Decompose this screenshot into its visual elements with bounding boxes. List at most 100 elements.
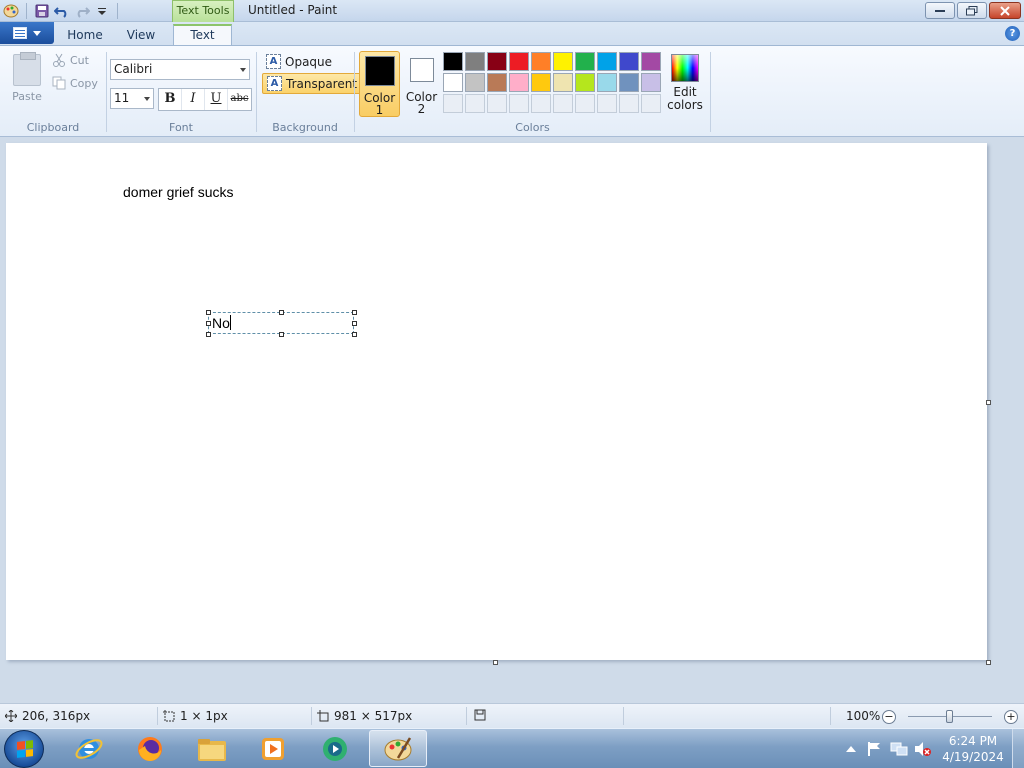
resize-handle[interactable]: [206, 310, 211, 315]
canvas-workspace[interactable]: domer grief sucks No: [0, 138, 1024, 702]
custom-color-slot[interactable]: [487, 94, 507, 113]
font-family-select[interactable]: Calibri: [110, 59, 250, 80]
cut-button[interactable]: Cut: [52, 53, 89, 67]
text-input-box[interactable]: No: [206, 310, 357, 337]
zoom-in-button[interactable]: +: [1004, 710, 1018, 724]
palette-swatch[interactable]: [597, 52, 617, 71]
custom-color-slot[interactable]: [619, 94, 639, 113]
tab-text[interactable]: Text: [173, 24, 232, 46]
system-clock[interactable]: 6:24 PM 4/19/2024: [940, 733, 1006, 765]
taskbar-file-explorer[interactable]: [183, 730, 241, 767]
palette-swatch[interactable]: [641, 52, 661, 71]
file-size: [474, 709, 486, 721]
taskbar-media-center[interactable]: [306, 730, 364, 767]
custom-color-slot[interactable]: [597, 94, 617, 113]
resize-handle[interactable]: [206, 321, 211, 326]
tab-home[interactable]: Home: [62, 26, 108, 46]
redo-icon[interactable]: [73, 2, 91, 20]
strikethrough-button[interactable]: abc: [228, 89, 251, 110]
custom-color-slot[interactable]: [465, 94, 485, 113]
opaque-label: Opaque: [285, 54, 333, 69]
volume-muted-icon[interactable]: [914, 729, 932, 768]
close-button[interactable]: [989, 2, 1021, 19]
custom-color-slot[interactable]: [575, 94, 595, 113]
network-icon[interactable]: [890, 729, 908, 768]
color2-number: 2: [417, 102, 426, 116]
paint-menu-button[interactable]: [0, 22, 54, 44]
copy-button[interactable]: Copy: [52, 76, 98, 90]
taskbar-firefox[interactable]: [121, 730, 179, 767]
undo-icon[interactable]: [53, 2, 71, 20]
resize-handle[interactable]: [352, 321, 357, 326]
paste-button[interactable]: Paste: [10, 52, 44, 103]
resize-handle[interactable]: [352, 310, 357, 315]
palette-swatch[interactable]: [443, 52, 463, 71]
minimize-button[interactable]: [925, 2, 955, 19]
chevron-down-icon: [144, 97, 150, 101]
opaque-button[interactable]: A Opaque: [262, 51, 336, 72]
action-center-icon[interactable]: [866, 729, 882, 768]
custom-color-slot[interactable]: [443, 94, 463, 113]
zoom-out-button[interactable]: −: [882, 710, 896, 724]
save-icon[interactable]: [33, 2, 51, 20]
palette-swatch[interactable]: [465, 52, 485, 71]
resize-handle[interactable]: [279, 332, 284, 337]
canvas-size-icon: [317, 710, 329, 722]
color1-button[interactable]: Color 1: [359, 51, 400, 117]
opaque-icon: A: [266, 54, 281, 69]
customize-qat-icon[interactable]: [93, 2, 111, 20]
canvas-resize-handle-right[interactable]: [986, 400, 991, 405]
font-size-value: 11: [114, 91, 130, 105]
custom-color-slot[interactable]: [531, 94, 551, 113]
canvas-resize-handle-corner[interactable]: [986, 660, 991, 665]
palette-swatch[interactable]: [641, 73, 661, 92]
italic-button[interactable]: I: [182, 89, 205, 110]
edit-colors-button[interactable]: Edit colors: [666, 54, 704, 112]
drawing-canvas[interactable]: domer grief sucks No: [6, 143, 987, 660]
color2-button[interactable]: Color 2: [401, 51, 442, 117]
transparent-button[interactable]: A Transparent: [262, 73, 363, 94]
status-separator: [311, 707, 312, 725]
palette-swatch[interactable]: [531, 73, 551, 92]
restore-button[interactable]: [957, 2, 987, 19]
paint-icon: [384, 736, 412, 760]
palette-swatch[interactable]: [553, 52, 573, 71]
taskbar-media-player[interactable]: [244, 730, 302, 767]
tab-view[interactable]: View: [118, 26, 164, 46]
menu-document-icon: [13, 27, 27, 39]
font-size-select[interactable]: 11: [110, 88, 154, 109]
show-desktop-button[interactable]: [1012, 729, 1024, 768]
paint-app-icon[interactable]: [2, 2, 20, 20]
palette-swatch[interactable]: [575, 52, 595, 71]
palette-swatch[interactable]: [465, 73, 485, 92]
show-hidden-icons[interactable]: [846, 729, 856, 768]
resize-handle[interactable]: [279, 310, 284, 315]
font-group-label: Font: [169, 121, 193, 134]
underline-button[interactable]: U: [205, 89, 228, 110]
palette-swatch[interactable]: [509, 52, 529, 71]
taskbar-paint[interactable]: [369, 730, 427, 767]
custom-color-slot[interactable]: [641, 94, 661, 113]
palette-swatch[interactable]: [597, 73, 617, 92]
resize-handle[interactable]: [352, 332, 357, 337]
palette-swatch[interactable]: [443, 73, 463, 92]
bold-button[interactable]: B: [159, 89, 182, 110]
custom-color-slot[interactable]: [553, 94, 573, 113]
zoom-slider-thumb[interactable]: [946, 710, 953, 723]
palette-swatch[interactable]: [553, 73, 573, 92]
palette-swatch[interactable]: [531, 52, 551, 71]
taskbar-internet-explorer[interactable]: [60, 730, 118, 767]
palette-swatch[interactable]: [509, 73, 529, 92]
custom-color-slot[interactable]: [509, 94, 529, 113]
help-icon[interactable]: ?: [1005, 26, 1020, 41]
resize-handle[interactable]: [206, 332, 211, 337]
palette-swatch[interactable]: [619, 73, 639, 92]
status-bar: 206, 316px 1 × 1px 981 × 517px 100% − +: [0, 703, 1024, 728]
start-button[interactable]: [4, 730, 44, 768]
canvas-resize-handle-bottom[interactable]: [493, 660, 498, 665]
text-box-content[interactable]: No: [212, 315, 231, 331]
palette-swatch[interactable]: [575, 73, 595, 92]
palette-swatch[interactable]: [487, 73, 507, 92]
palette-swatch[interactable]: [619, 52, 639, 71]
palette-swatch[interactable]: [487, 52, 507, 71]
